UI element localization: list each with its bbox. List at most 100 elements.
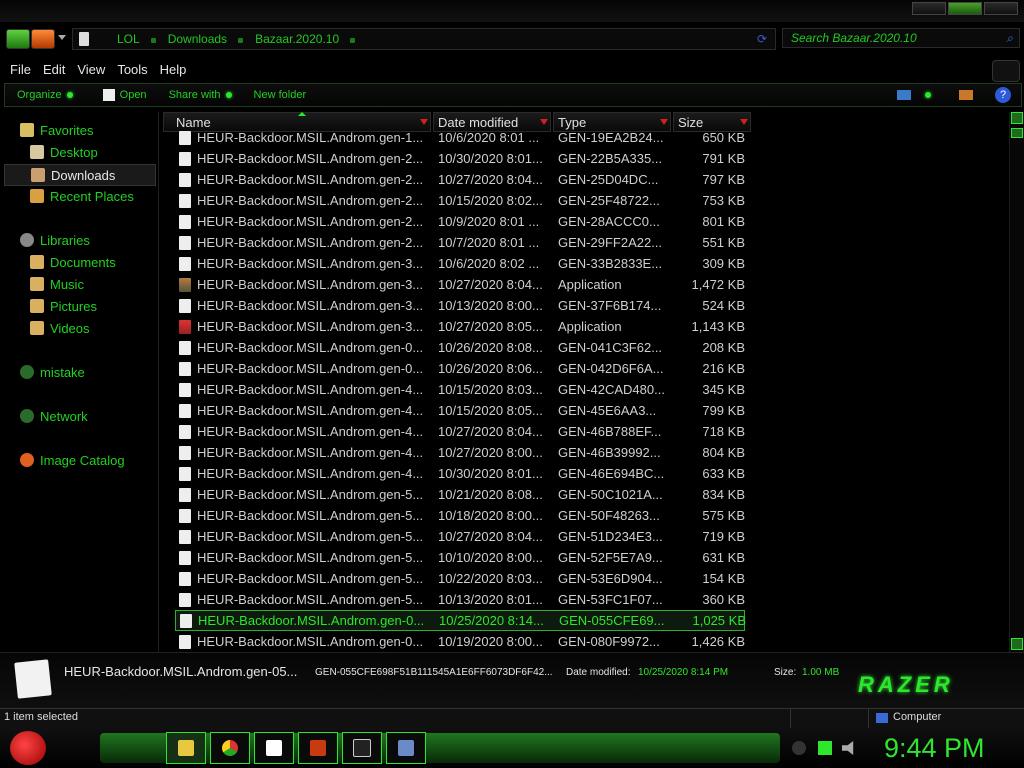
open-icon	[102, 89, 115, 101]
column-header-size[interactable]: Size	[673, 112, 751, 132]
column-dropdown-icon[interactable]	[420, 119, 428, 125]
maximize-button[interactable]	[948, 2, 982, 15]
7zip-icon	[266, 740, 282, 756]
breadcrumb-downloads[interactable]: Downloads	[168, 32, 245, 46]
file-row[interactable]: HEUR-Backdoor.MSIL.Androm.gen-0... 10/26/…	[175, 337, 745, 358]
file-row[interactable]: HEUR-Backdoor.MSIL.Androm.gen-5... 10/21/…	[175, 484, 745, 505]
menu-file[interactable]: File	[10, 62, 31, 77]
address-bar[interactable]: LOL Downloads Bazaar.2020.10 ⟳	[72, 28, 776, 50]
history-dropdown-icon[interactable]	[58, 35, 66, 40]
file-size: 1,143 KB	[691, 319, 746, 334]
file-type: GEN-37F6B174...	[558, 298, 662, 313]
file-row[interactable]: HEUR-Backdoor.MSIL.Androm.gen-0... 10/25/…	[175, 610, 746, 631]
new-folder-button[interactable]: New folder	[254, 89, 307, 101]
sidebar-image-catalog[interactable]: Image Catalog	[20, 450, 176, 470]
taskbar-remote-button[interactable]	[386, 732, 426, 764]
column-dropdown-icon[interactable]	[740, 119, 748, 125]
file-row[interactable]: HEUR-Backdoor.MSIL.Androm.gen-5... 10/18/…	[175, 505, 745, 526]
file-size: 1,472 KB	[691, 277, 746, 292]
view-dropdown-icon[interactable]	[925, 92, 931, 98]
file-row[interactable]: HEUR-Backdoor.MSIL.Androm.gen-4... 10/15/…	[175, 400, 745, 421]
menu-tools[interactable]: Tools	[117, 62, 147, 77]
file-row[interactable]: HEUR-Backdoor.MSIL.Androm.gen-2... 10/9/2…	[175, 211, 745, 232]
back-button[interactable]	[6, 29, 30, 49]
file-type: GEN-25D04DC...	[558, 172, 659, 187]
scroll-up-button[interactable]	[1011, 112, 1023, 124]
menu-view[interactable]: View	[77, 62, 105, 77]
file-row[interactable]: HEUR-Backdoor.MSIL.Androm.gen-1... 10/6/2…	[175, 131, 745, 148]
file-row[interactable]: HEUR-Backdoor.MSIL.Androm.gen-2... 10/30/…	[175, 148, 745, 169]
file-row[interactable]: HEUR-Backdoor.MSIL.Androm.gen-4... 10/15/…	[175, 379, 745, 400]
file-row[interactable]: HEUR-Backdoor.MSIL.Androm.gen-4... 10/30/…	[175, 463, 745, 484]
taskbar-cmd-button[interactable]	[342, 732, 382, 764]
taskbar-7zip-button[interactable]	[254, 732, 294, 764]
scroll-down-button[interactable]	[1011, 638, 1023, 650]
file-date: 10/30/2020 8:01...	[438, 151, 543, 166]
menu-edit[interactable]: Edit	[43, 62, 65, 77]
preview-pane-icon[interactable]	[959, 90, 973, 100]
sidebar-homegroup-mistake[interactable]: mistake	[20, 362, 176, 382]
tray-expand-icon[interactable]	[792, 741, 806, 755]
search-input[interactable]: Search Bazaar.2020.10 ⌕	[782, 28, 1020, 48]
column-header-date[interactable]: Date modified	[433, 112, 551, 132]
file-thumbnail-icon	[14, 659, 52, 699]
pane-divider[interactable]	[158, 112, 159, 652]
file-size: 524 KB	[702, 298, 745, 313]
file-row[interactable]: HEUR-Backdoor.MSIL.Androm.gen-4... 10/27/…	[175, 442, 745, 463]
scroll-thumb[interactable]	[1011, 128, 1023, 138]
file-row[interactable]: HEUR-Backdoor.MSIL.Androm.gen-4... 10/27/…	[175, 421, 745, 442]
file-size: 345 KB	[702, 382, 745, 397]
column-header-type[interactable]: Type	[553, 112, 671, 132]
start-button-icon[interactable]	[10, 731, 46, 765]
recent-places-icon	[30, 189, 44, 203]
taskbar-chrome-button[interactable]	[210, 732, 250, 764]
view-options-icon[interactable]	[897, 90, 911, 100]
column-dropdown-icon[interactable]	[540, 119, 548, 125]
forward-button[interactable]	[31, 29, 55, 49]
sidebar-item-downloads[interactable]: Downloads	[4, 164, 156, 186]
minimize-button[interactable]	[912, 2, 946, 15]
file-icon	[179, 424, 191, 439]
help-icon[interactable]: ?	[995, 87, 1011, 103]
search-icon[interactable]: ⌕	[1006, 31, 1013, 46]
taskbar-tool-button[interactable]	[298, 732, 338, 764]
file-icon	[179, 550, 191, 565]
breadcrumb-bazaar[interactable]: Bazaar.2020.10	[255, 32, 357, 46]
column-header-name[interactable]: Name	[163, 112, 431, 132]
file-date: 10/15/2020 8:03...	[438, 382, 543, 397]
file-row[interactable]: HEUR-Backdoor.MSIL.Androm.gen-5... 10/27/…	[175, 526, 745, 547]
file-row[interactable]: HEUR-Backdoor.MSIL.Androm.gen-2... 10/7/2…	[175, 232, 745, 253]
file-row[interactable]: HEUR-Backdoor.MSIL.Androm.gen-0... 10/26/…	[175, 358, 745, 379]
file-row[interactable]: HEUR-Backdoor.MSIL.Androm.gen-3... 10/6/2…	[175, 253, 745, 274]
menu-help[interactable]: Help	[160, 62, 187, 77]
sidebar-network[interactable]: Network	[20, 406, 176, 426]
file-row[interactable]: HEUR-Backdoor.MSIL.Androm.gen-0... 10/19/…	[175, 631, 745, 651]
sidebar-label: Libraries	[40, 232, 90, 248]
breadcrumb-lol[interactable]: LOL	[117, 32, 158, 46]
sidebar-label: Favorites	[40, 122, 94, 138]
close-button[interactable]	[984, 2, 1018, 15]
sidebar-favorites[interactable]: Favorites	[20, 120, 176, 140]
open-button[interactable]: Open	[102, 89, 147, 101]
sidebar-libraries[interactable]: Libraries	[20, 230, 176, 250]
file-row[interactable]: HEUR-Backdoor.MSIL.Androm.gen-5... 10/13/…	[175, 589, 745, 610]
share-with-button[interactable]: Share with	[169, 89, 232, 101]
taskbar-explorer-button[interactable]	[166, 732, 206, 764]
file-row[interactable]: HEUR-Backdoor.MSIL.Androm.gen-3... 10/13/…	[175, 295, 745, 316]
file-row[interactable]: HEUR-Backdoor.MSIL.Androm.gen-2... 10/15/…	[175, 190, 745, 211]
file-icon	[179, 298, 191, 313]
file-row[interactable]: HEUR-Backdoor.MSIL.Androm.gen-5... 10/10/…	[175, 547, 745, 568]
file-row[interactable]: HEUR-Backdoor.MSIL.Androm.gen-3... 10/27/…	[175, 274, 745, 295]
file-icon	[179, 634, 191, 649]
taskbar-clock[interactable]: 9:44 PM	[884, 733, 985, 764]
status-divider	[790, 709, 791, 728]
file-row[interactable]: HEUR-Backdoor.MSIL.Androm.gen-3... 10/27/…	[175, 316, 745, 337]
organize-button[interactable]: Organize	[17, 89, 73, 101]
tray-network-icon[interactable]	[818, 741, 832, 755]
file-row[interactable]: HEUR-Backdoor.MSIL.Androm.gen-5... 10/22/…	[175, 568, 745, 589]
refresh-icon[interactable]: ⟳	[757, 32, 767, 46]
vertical-scrollbar[interactable]	[1009, 112, 1024, 652]
column-dropdown-icon[interactable]	[660, 119, 668, 125]
file-row[interactable]: HEUR-Backdoor.MSIL.Androm.gen-2... 10/27/…	[175, 169, 745, 190]
file-name: HEUR-Backdoor.MSIL.Androm.gen-0...	[197, 340, 424, 355]
